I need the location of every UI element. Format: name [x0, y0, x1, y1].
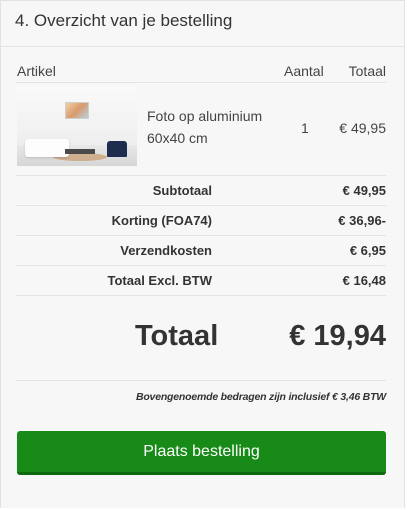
grand-total-value: € 19,94: [289, 320, 386, 352]
total-excl-vat-value: € 16,48: [342, 273, 386, 288]
panel-header: 4. Overzicht van je bestelling: [1, 1, 404, 47]
product-quantity: 1: [301, 120, 309, 136]
divider: [16, 380, 386, 381]
product-total: € 49,95: [339, 120, 386, 136]
column-header-total: Totaal: [348, 63, 386, 79]
discount-label: Korting (FOA74): [111, 213, 212, 228]
column-header-quantity: Aantal: [284, 63, 324, 79]
column-header-article: Artikel: [17, 63, 56, 79]
grand-total-label: Totaal: [135, 320, 219, 352]
order-summary: Artikel Aantal Totaal Foto op aluminium …: [1, 47, 404, 508]
panel-title: 4. Overzicht van je bestelling: [15, 11, 233, 30]
shipping-label: Verzendkosten: [120, 243, 212, 258]
divider: [16, 265, 386, 266]
total-excl-vat-label: Totaal Excl. BTW: [107, 273, 213, 288]
subtotal-value: € 49,95: [342, 183, 386, 198]
product-image: [17, 87, 137, 166]
place-order-button[interactable]: Plaats bestelling: [17, 431, 386, 475]
divider: [16, 205, 386, 206]
divider: [16, 295, 386, 296]
discount-value: € 36,96-: [338, 213, 386, 228]
divider: [16, 82, 386, 83]
vat-note: Bovengenoemde bedragen zijn inclusief € …: [135, 391, 386, 403]
divider: [16, 235, 386, 236]
order-overview-panel: 4. Overzicht van je bestelling Artikel A…: [0, 0, 405, 508]
subtotal-label: Subtotaal: [152, 183, 212, 198]
product-name: Foto op aluminium 60x40 cm: [147, 108, 263, 146]
divider: [16, 175, 386, 176]
shipping-value: € 6,95: [349, 243, 386, 258]
